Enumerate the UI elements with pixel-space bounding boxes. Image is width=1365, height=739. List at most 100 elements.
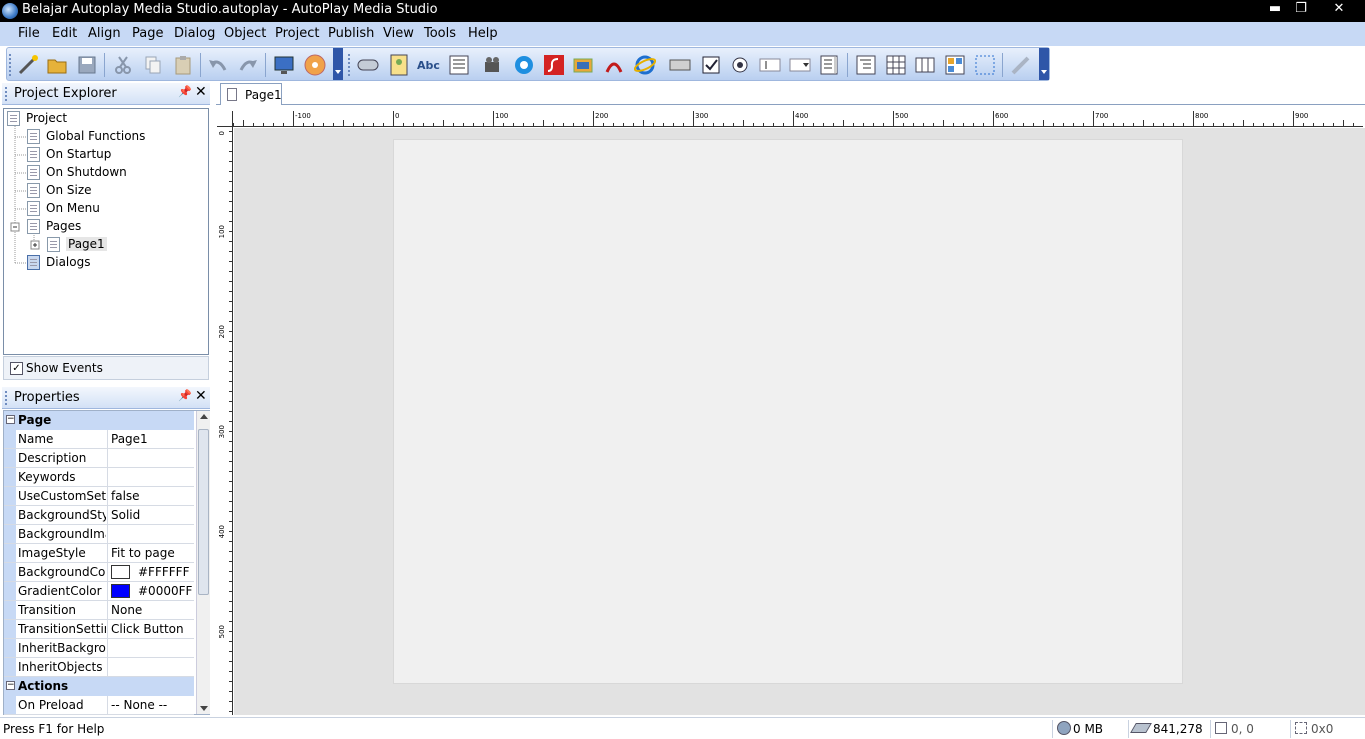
minimize-button[interactable]: ▬ (1262, 0, 1288, 20)
new-project-wand-icon[interactable] (16, 53, 40, 77)
property-row[interactable]: Name Page1 (4, 430, 194, 449)
gradient-color-value[interactable]: #0000FF (107, 582, 194, 600)
close-panel-icon[interactable]: ✕ (195, 84, 207, 100)
checkbox-object-icon[interactable] (699, 53, 723, 77)
property-row[interactable]: GradientColor #0000FF (4, 582, 194, 601)
toolbar-grip[interactable] (9, 54, 12, 76)
panel-grip[interactable] (5, 87, 7, 101)
menu-help[interactable]: Help (468, 26, 498, 41)
quicktime-object-icon[interactable] (512, 53, 536, 77)
property-row[interactable]: BackgroundImage (4, 525, 194, 544)
property-row[interactable]: Description (4, 449, 194, 468)
property-row[interactable]: Keywords (4, 468, 194, 487)
open-folder-icon[interactable] (45, 53, 69, 77)
tree-item-page1[interactable]: Page1 (47, 237, 107, 252)
menu-file[interactable]: File (18, 26, 40, 41)
paragraph-object-icon[interactable] (447, 53, 471, 77)
property-row[interactable]: Transition None (4, 601, 194, 620)
combobox-object-icon[interactable] (788, 53, 812, 77)
paste-icon[interactable] (171, 53, 195, 77)
properties-scrollbar[interactable] (196, 411, 210, 714)
restore-button[interactable]: ❐ (1288, 0, 1314, 20)
object-position: 0, 0 (1231, 722, 1254, 736)
vruler-label: 200 (218, 325, 226, 339)
label-object-icon[interactable]: Abc (417, 53, 441, 77)
property-row[interactable]: UseCustomSettingsfalse (4, 487, 194, 506)
category-page[interactable]: − Page (4, 411, 194, 430)
pdf-object-icon[interactable] (602, 53, 626, 77)
tree-item-on-size[interactable]: On Size (27, 183, 92, 198)
property-row[interactable]: BackgroundColor#FFFFFF (4, 563, 194, 582)
menu-dialog[interactable]: Dialog (174, 26, 215, 41)
build-cd-icon[interactable] (303, 53, 327, 77)
panel-grip[interactable] (5, 391, 7, 405)
vruler-label: 100 (218, 225, 226, 239)
flash-object-icon[interactable] (542, 53, 566, 77)
copy-icon[interactable] (141, 53, 165, 77)
toolbar-overflow-2[interactable] (1039, 48, 1049, 80)
tree-item-dialogs[interactable]: Dialogs (27, 255, 90, 270)
plugin-object-icon[interactable] (943, 53, 967, 77)
tree-item-global-functions[interactable]: Global Functions (27, 129, 145, 144)
undo-icon[interactable] (206, 53, 230, 77)
page-canvas[interactable] (393, 139, 1183, 684)
property-row[interactable]: InheritObjects (4, 658, 194, 677)
menu-publish[interactable]: Publish (328, 26, 374, 41)
collapse-icon[interactable]: − (6, 681, 15, 690)
menu-view[interactable]: View (383, 26, 414, 41)
tree-item-pages[interactable]: Pages (27, 219, 81, 234)
horizontal-ruler: -100 0 100 200 300 400 500 600 700 800 9… (233, 111, 1363, 127)
cursor-cell: 841,278 (1128, 720, 1208, 738)
background-color-value[interactable]: #FFFFFF (107, 563, 194, 581)
listbox-object-icon[interactable] (818, 53, 842, 77)
menu-object[interactable]: Object (224, 26, 266, 41)
video-object-icon[interactable] (482, 53, 506, 77)
textbox-object-icon[interactable] (758, 53, 782, 77)
pencil-draw-icon[interactable] (1009, 53, 1033, 77)
image-object-icon[interactable] (387, 53, 411, 77)
hruler-label: 400 (795, 112, 809, 120)
web-object-icon[interactable] (633, 53, 657, 77)
close-window-button[interactable]: ✕ (1316, 0, 1362, 20)
collapse-icon[interactable]: − (6, 415, 15, 424)
tree-item-on-shutdown[interactable]: On Shutdown (27, 165, 127, 180)
toolbar-overflow-1[interactable] (333, 48, 343, 80)
menu-tools[interactable]: Tools (424, 26, 456, 41)
color-swatch[interactable] (111, 583, 130, 598)
scroll-thumb[interactable] (198, 429, 209, 595)
scroll-up-icon[interactable] (200, 414, 208, 419)
cut-icon[interactable] (111, 53, 135, 77)
menu-page[interactable]: Page (132, 26, 163, 41)
pin-icon[interactable]: 📌 (178, 85, 192, 98)
tree-object-icon[interactable] (854, 53, 878, 77)
color-swatch[interactable] (111, 564, 130, 579)
show-events-checkbox[interactable]: ✓ (10, 362, 23, 375)
property-row[interactable]: InheritBackground (4, 639, 194, 658)
input-object-icon[interactable] (668, 53, 692, 77)
grid-object-icon[interactable] (884, 53, 908, 77)
menu-project[interactable]: Project (275, 26, 319, 41)
close-panel-icon[interactable]: ✕ (195, 388, 207, 404)
radio-object-icon[interactable] (728, 53, 752, 77)
toolbar-grip-2[interactable] (348, 54, 351, 76)
save-icon[interactable] (75, 53, 99, 77)
property-row[interactable]: BackgroundStyleSolid (4, 506, 194, 525)
category-actions[interactable]: − Actions (4, 677, 194, 696)
preview-monitor-icon[interactable] (272, 53, 296, 77)
property-row[interactable]: TransitionSettingsClick Button (4, 620, 194, 639)
scroll-down-icon[interactable] (200, 706, 208, 711)
tree-item-on-menu[interactable]: On Menu (27, 201, 100, 216)
columns-object-icon[interactable] (913, 53, 937, 77)
menu-edit[interactable]: Edit (52, 26, 77, 41)
pin-icon[interactable]: 📌 (178, 389, 192, 402)
property-row[interactable]: On Preload -- None -- (4, 696, 194, 715)
property-row[interactable]: ImageStyle Fit to page (4, 544, 194, 563)
tree-item-on-startup[interactable]: On Startup (27, 147, 111, 162)
selection-frame-icon[interactable] (973, 53, 997, 77)
slideshow-object-icon[interactable] (572, 53, 596, 77)
tree-item-project[interactable]: Project (7, 111, 67, 126)
button-object-icon[interactable] (356, 53, 380, 77)
redo-icon[interactable] (236, 53, 260, 77)
tab-page1[interactable]: Page1 (220, 83, 282, 105)
menu-align[interactable]: Align (88, 26, 121, 41)
